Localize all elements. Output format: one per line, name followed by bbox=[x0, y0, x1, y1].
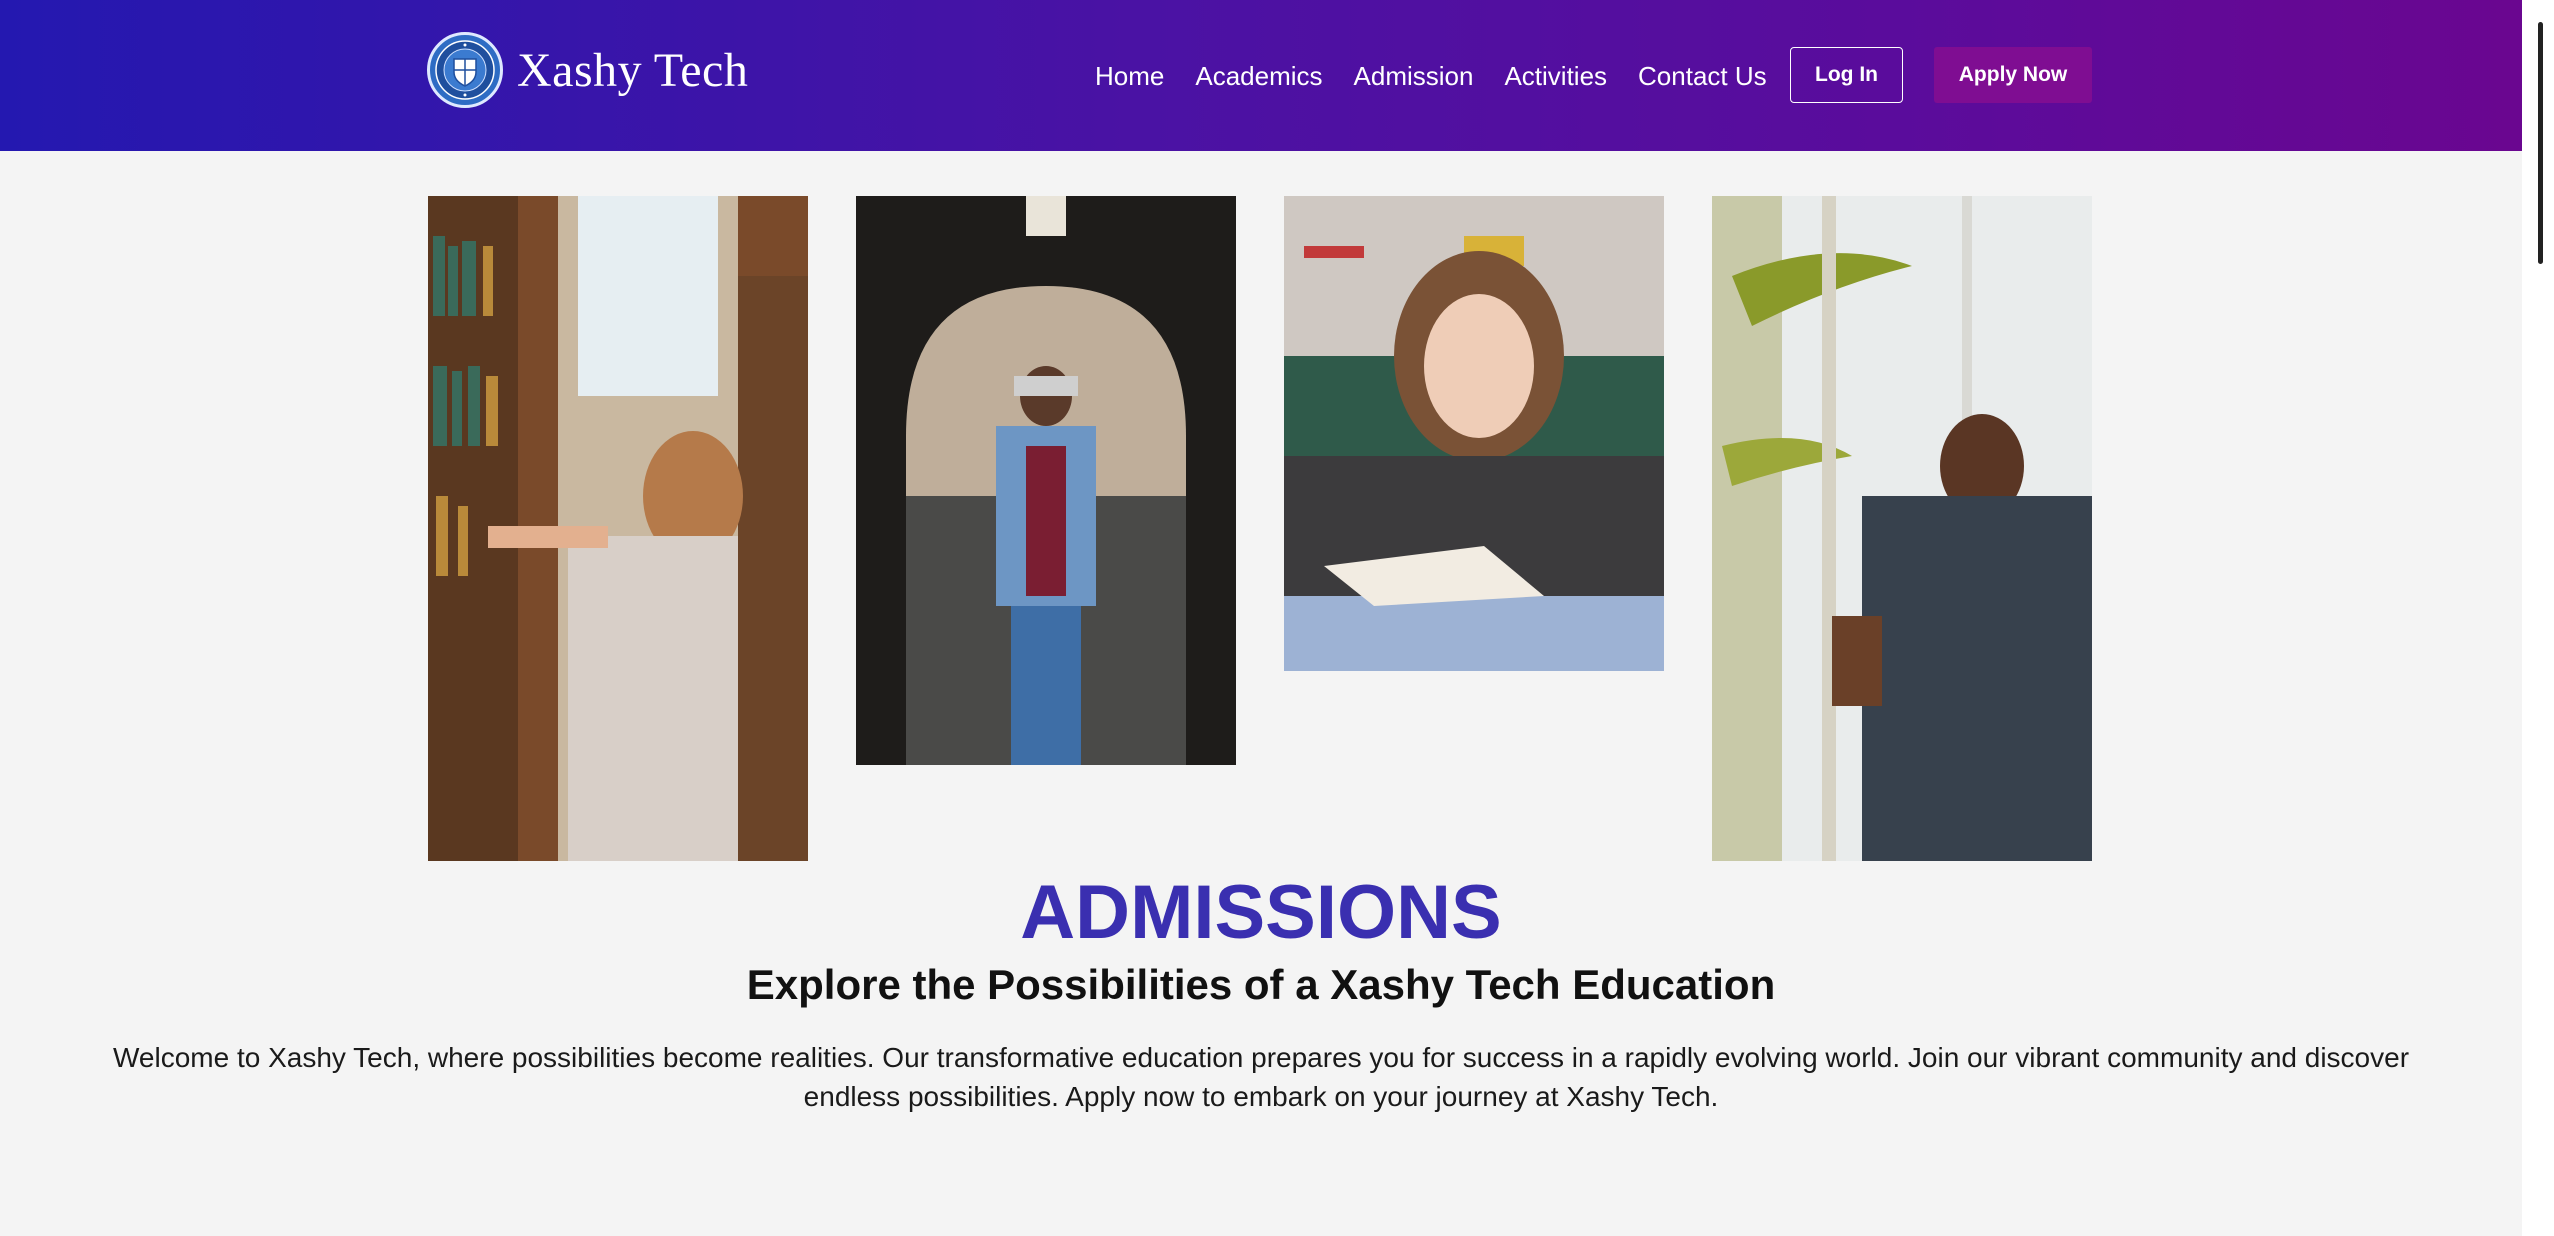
photo-student-in-library bbox=[428, 196, 808, 861]
photo-student-in-archway bbox=[856, 196, 1236, 765]
scrollbar-thumb[interactable] bbox=[2538, 22, 2543, 264]
login-button[interactable]: Log In bbox=[1790, 47, 1903, 103]
site-header: Xashy Tech Home Academics Admission Acti… bbox=[0, 0, 2522, 151]
brand-name: Xashy Tech bbox=[517, 43, 749, 97]
photo-student-reading-at-desk bbox=[1284, 196, 1664, 671]
page-subtitle: Explore the Possibilities of a Xashy Tec… bbox=[746, 961, 1776, 1008]
university-crest-icon bbox=[427, 32, 503, 108]
main-nav: Home Academics Admission Activities Cont… bbox=[1095, 58, 1767, 94]
brand-logo-link[interactable]: Xashy Tech bbox=[427, 32, 748, 108]
intro-paragraph: Welcome to Xashy Tech, where possibiliti… bbox=[112, 1042, 2410, 1112]
apply-now-button[interactable]: Apply Now bbox=[1934, 47, 2092, 103]
nav-contact-us[interactable]: Contact Us bbox=[1638, 58, 1767, 94]
page: Xashy Tech Home Academics Admission Acti… bbox=[0, 0, 2554, 1236]
nav-home[interactable]: Home bbox=[1095, 58, 1164, 94]
photo-student-by-window bbox=[1712, 196, 2092, 861]
nav-admission[interactable]: Admission bbox=[1354, 58, 1474, 94]
nav-activities[interactable]: Activities bbox=[1504, 58, 1607, 94]
nav-academics[interactable]: Academics bbox=[1195, 58, 1322, 94]
page-title: ADMISSIONS bbox=[1020, 870, 1502, 955]
